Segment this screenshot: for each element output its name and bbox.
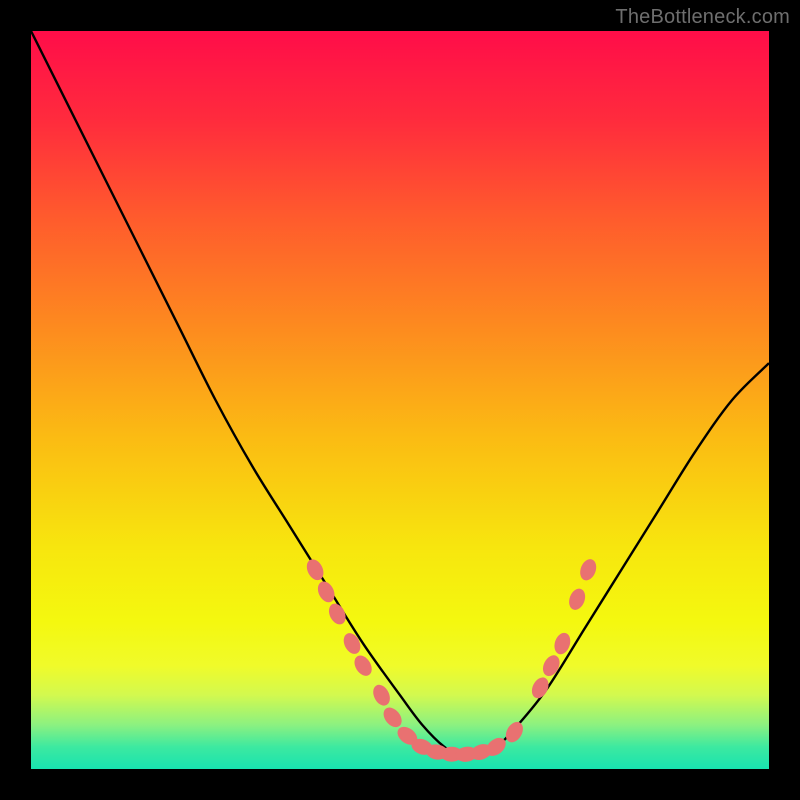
watermark-text: TheBottleneck.com [615,6,790,29]
bottleneck-chart [31,31,769,769]
plot-background [31,31,769,769]
chart-frame [31,31,769,769]
